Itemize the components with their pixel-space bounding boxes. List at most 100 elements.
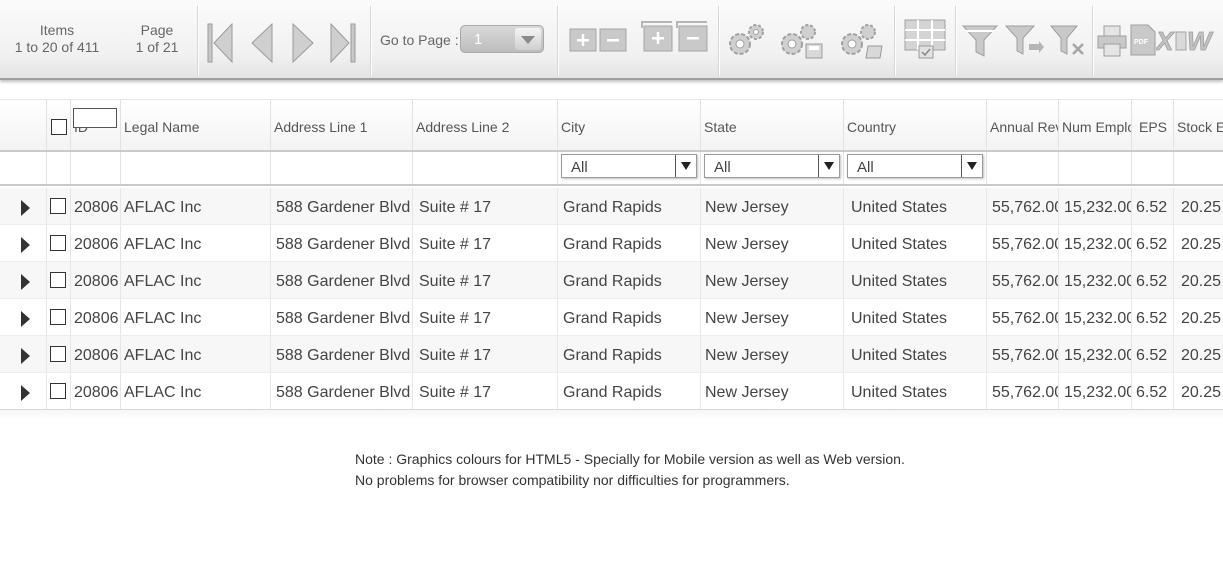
filter-apply-icon[interactable] xyxy=(1005,24,1045,58)
row-checkbox[interactable] xyxy=(50,346,66,362)
settings-icon[interactable] xyxy=(726,22,768,58)
row-checkbox[interactable] xyxy=(50,235,66,251)
expand-icon[interactable] xyxy=(569,28,597,52)
column-header-eps[interactable]: EPS xyxy=(1132,100,1174,151)
expand-row-icon[interactable] xyxy=(21,200,30,216)
cell-annual-rev: 55,762.00 xyxy=(987,262,1059,298)
table-row[interactable]: 20806 AFLAC Inc 588 Gardener Blvd Suite # 1… xyxy=(0,299,1223,336)
cell-eps: 6.52 xyxy=(1132,188,1174,224)
goto-page-value: 1 xyxy=(474,31,483,48)
page-info: Page 1 of 21 xyxy=(124,22,190,56)
cell-stock-ex: 20.25 xyxy=(1174,262,1223,298)
goto-page-select[interactable]: 1 xyxy=(460,25,544,53)
next-page-icon[interactable] xyxy=(288,22,318,64)
table-row[interactable]: 20806 AFLAC Inc 588 Gardener Blvd Suite # 1… xyxy=(0,336,1223,373)
filter-clear-icon[interactable] xyxy=(1050,24,1086,58)
grid-toolbar: Items 1 to 20 of 411 Page 1 of 21 Go to … xyxy=(0,0,1223,80)
page-label: Page xyxy=(140,22,174,38)
toolbar-divider xyxy=(557,6,559,76)
filter-cell xyxy=(47,152,71,184)
table-row[interactable]: 20806 AFLAC Inc 588 Gardener Blvd Suite # 1… xyxy=(0,188,1223,225)
table-row[interactable]: 20806 AFLAC Inc 588 Gardener Blvd Suite # 1… xyxy=(0,262,1223,299)
city-filter-select[interactable]: All xyxy=(561,154,697,178)
settings-save-icon[interactable] xyxy=(778,22,824,60)
cell-country: United States xyxy=(844,225,987,261)
filter-cell xyxy=(1174,152,1223,184)
column-chooser-icon[interactable] xyxy=(903,18,947,60)
cell-country: United States xyxy=(844,336,987,372)
row-checkbox[interactable] xyxy=(50,309,66,325)
cell-country: United States xyxy=(844,299,987,335)
svg-text:PDF: PDF xyxy=(1134,39,1149,46)
state-filter-cell: All xyxy=(701,152,844,184)
select-all-checkbox[interactable] xyxy=(51,119,67,135)
row-checkbox[interactable] xyxy=(50,272,66,288)
chevron-down-icon[interactable] xyxy=(961,155,982,177)
chevron-down-icon[interactable] xyxy=(675,155,696,177)
expand-row-icon[interactable] xyxy=(21,311,30,327)
row-checkbox[interactable] xyxy=(50,383,66,399)
select-cell xyxy=(47,373,71,409)
select-cell xyxy=(47,336,71,372)
filter-cell xyxy=(121,152,271,184)
column-header-legal-name[interactable]: Legal Name xyxy=(121,100,271,151)
expand-row-icon[interactable] xyxy=(21,385,30,401)
filter-cell xyxy=(71,152,121,184)
excel-export-icon[interactable]: X xyxy=(1156,26,1188,56)
note-text: Note : Graphics colours for HTML5 - Spec… xyxy=(355,449,905,491)
collapse-all-icon[interactable] xyxy=(675,20,709,52)
column-header-address1[interactable]: Address Line 1 xyxy=(271,100,413,151)
print-icon[interactable] xyxy=(1096,24,1128,58)
cell-annual-rev: 55,762.00 xyxy=(987,373,1059,409)
cell-state: New Jersey xyxy=(701,373,844,409)
column-header-annual-rev[interactable]: Annual Rev xyxy=(987,100,1059,151)
expand-row-icon[interactable] xyxy=(21,274,30,290)
cell-eps: 6.52 xyxy=(1132,225,1174,261)
filter-cell xyxy=(1059,152,1132,184)
toolbar-divider xyxy=(1092,6,1094,76)
items-info: Items 1 to 20 of 411 xyxy=(12,22,102,56)
word-export-icon[interactable]: W xyxy=(1187,26,1223,56)
chevron-down-icon[interactable] xyxy=(515,28,541,50)
cell-city: Grand Rapids xyxy=(558,336,701,372)
select-cell xyxy=(47,262,71,298)
country-filter-value: All xyxy=(857,159,874,176)
chevron-down-icon[interactable] xyxy=(818,155,839,177)
prev-page-icon[interactable] xyxy=(247,22,277,64)
pdf-export-icon[interactable]: PDF xyxy=(1130,24,1156,56)
svg-text:W: W xyxy=(1187,26,1214,56)
filter-icon[interactable] xyxy=(962,24,998,58)
column-header-stock-ex[interactable]: Stock Ex xyxy=(1174,100,1223,151)
grid-filter-row: All All All xyxy=(0,150,1223,186)
column-header-address2[interactable]: Address Line 2 xyxy=(413,100,558,151)
expander-cell xyxy=(0,299,47,335)
filter-cell xyxy=(271,152,413,184)
first-page-icon[interactable] xyxy=(205,22,235,64)
state-filter-select[interactable]: All xyxy=(704,154,840,178)
column-header-city[interactable]: City xyxy=(558,100,701,151)
cell-country: United States xyxy=(844,188,987,224)
row-checkbox[interactable] xyxy=(50,198,66,214)
country-filter-select[interactable]: All xyxy=(847,154,983,178)
column-header-country[interactable]: Country xyxy=(844,100,987,151)
expand-row-icon[interactable] xyxy=(21,237,30,253)
table-row[interactable]: 20806 AFLAC Inc 588 Gardener Blvd Suite # 1… xyxy=(0,225,1223,262)
table-row[interactable]: 20806 AFLAC Inc 588 Gardener Blvd Suite # 1… xyxy=(0,373,1223,410)
cell-stock-ex: 20.25 xyxy=(1174,336,1223,372)
cell-address2: Suite # 17 xyxy=(413,373,558,409)
last-page-icon[interactable] xyxy=(328,22,358,64)
expand-all-icon[interactable] xyxy=(640,20,674,52)
cell-legal-name: AFLAC Inc xyxy=(121,299,271,335)
column-header-state[interactable]: State xyxy=(701,100,844,151)
column-header-num-employ[interactable]: Num Employ xyxy=(1059,100,1132,151)
filter-cell xyxy=(413,152,558,184)
expander-cell xyxy=(0,262,47,298)
cell-legal-name: AFLAC Inc xyxy=(121,188,271,224)
expand-row-icon[interactable] xyxy=(21,348,30,364)
goto-page-label: Go to Page : xyxy=(380,32,459,48)
items-range: 1 to 20 of 411 xyxy=(14,39,100,55)
collapse-icon[interactable] xyxy=(599,28,627,52)
id-filter-input[interactable] xyxy=(73,108,117,128)
settings-load-icon[interactable] xyxy=(838,22,884,60)
cell-legal-name: AFLAC Inc xyxy=(121,225,271,261)
